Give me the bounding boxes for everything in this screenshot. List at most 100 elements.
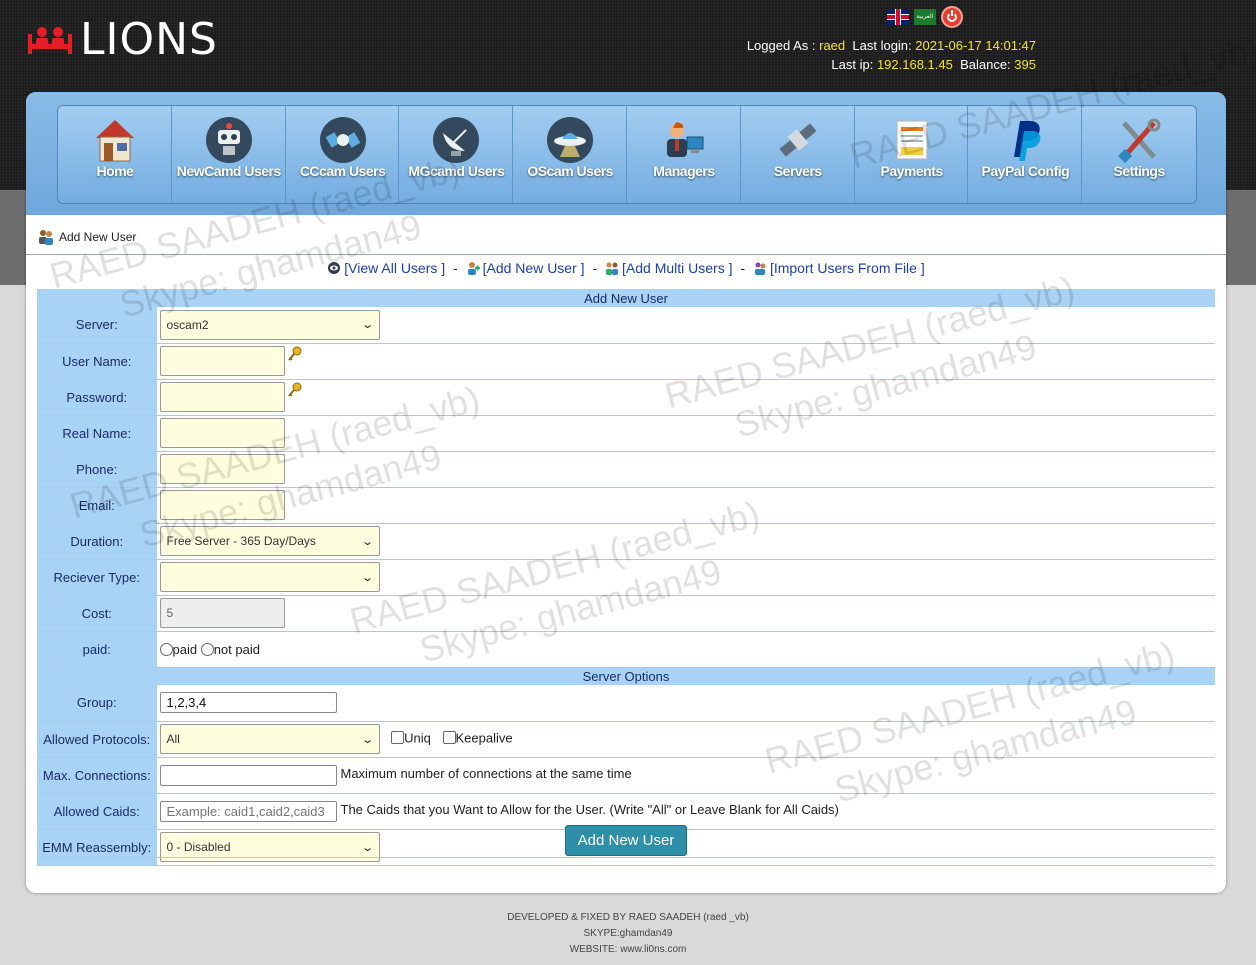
nav-item-cccam-users[interactable]: CCcam Users	[286, 106, 400, 203]
protocols-select[interactable]: All ⌄	[159, 724, 380, 754]
logo[interactable]: LIONS	[26, 18, 218, 62]
allowed-caids-hint: The Caids that you Want to Allow for the…	[340, 802, 839, 818]
nav-label: CCcam Users	[299, 163, 386, 179]
footer-website[interactable]: WEBSITE: www.li0ns.com	[0, 942, 1256, 958]
last-login-value: 2021-06-17 14:01:47	[915, 38, 1036, 53]
uk-flag-icon[interactable]	[887, 9, 909, 25]
generate-key-icon[interactable]	[287, 382, 303, 401]
last-ip-label: Last ip:	[831, 57, 874, 72]
duration-select-value: Free Server - 365 Day/Days	[166, 534, 316, 548]
chevron-down-icon: ⌄	[361, 733, 375, 746]
generate-key-icon[interactable]	[287, 346, 303, 365]
duration-label: Duration:	[37, 523, 158, 560]
nav-item-settings[interactable]: Settings	[1082, 106, 1196, 203]
satellite-icon	[319, 116, 367, 164]
main-card: Home NewCamd Users CCcam Users MGcamd Us…	[26, 92, 1226, 893]
nav-item-home[interactable]: Home	[58, 106, 172, 203]
brand-name: LIONS	[80, 14, 218, 65]
username-input[interactable]	[159, 346, 285, 376]
nav-item-payments[interactable]: Payments	[855, 106, 969, 203]
nav-item-newcamd-users[interactable]: NewCamd Users	[172, 106, 286, 203]
protocols-select-value: All	[166, 732, 180, 746]
uniq-checkbox[interactable]	[391, 731, 405, 745]
footer-skype: SKYPE:ghamdan49	[583, 928, 673, 939]
import-users-link[interactable]: [Import Users From File ]	[770, 260, 925, 276]
email-label: Email:	[37, 487, 158, 524]
main-nav: Home NewCamd Users CCcam Users MGcamd Us…	[57, 105, 1197, 204]
cost-input	[159, 598, 285, 628]
duration-select[interactable]: Free Server - 365 Day/Days ⌄	[159, 526, 380, 556]
nav-item-mgcamd-users[interactable]: MGcamd Users	[399, 106, 514, 203]
nav-label: Managers	[653, 163, 715, 179]
add-new-user-link[interactable]: [Add New User ]	[483, 260, 585, 276]
saudi-flag-icon[interactable]: العربية	[914, 9, 936, 25]
logout-power-icon[interactable]	[941, 6, 963, 28]
paid-label: paid:	[37, 631, 158, 668]
balance-label: Balance:	[960, 57, 1011, 72]
realname-label: Real Name:	[37, 415, 158, 452]
allowed-caids-input[interactable]	[159, 800, 337, 822]
language-switcher: العربية	[887, 6, 963, 28]
chevron-down-icon: ⌄	[361, 535, 375, 548]
nav-label: Home	[96, 163, 134, 179]
satellite-server-icon	[774, 116, 822, 164]
password-label: Password:	[37, 379, 158, 416]
server-options-header-row: Server Options	[37, 667, 1215, 685]
add-multi-users-icon	[605, 261, 619, 275]
phone-input[interactable]	[159, 454, 285, 484]
receiver-type-select[interactable]: ⌄	[159, 562, 380, 592]
separator: -	[453, 260, 458, 276]
form-row-username: User Name:	[37, 343, 1215, 380]
nav-container: Home NewCamd Users CCcam Users MGcamd Us…	[26, 92, 1226, 215]
nav-item-paypal-config[interactable]: PayPal Config	[968, 106, 1083, 203]
email-input[interactable]	[159, 490, 285, 520]
balance-value: 395	[1014, 57, 1036, 72]
view-icon	[327, 261, 341, 275]
form-row-maxconn: Max. Connections: Maximum number of conn…	[37, 757, 1215, 794]
keepalive-label: Keepalive	[455, 730, 513, 746]
nav-item-servers[interactable]: Servers	[741, 106, 855, 203]
footer: DEVELOPED & FIXED BY RAED SAADEH (raed _…	[0, 910, 1256, 958]
receiver-type-label: Reciever Type:	[37, 559, 158, 596]
group-input[interactable]	[159, 692, 337, 714]
breadcrumb: Add New User	[38, 229, 136, 245]
house-icon	[91, 116, 139, 164]
robot-icon	[205, 116, 253, 164]
max-connections-input[interactable]	[159, 764, 337, 786]
keepalive-checkbox[interactable]	[442, 731, 456, 745]
nav-label: PayPal Config	[981, 163, 1070, 179]
form-row-protocols: Allowed Protocols: All ⌄ Uniq Keepalive	[37, 721, 1215, 758]
nav-label: Settings	[1113, 163, 1166, 179]
form-row-duration: Duration: Free Server - 365 Day/Days ⌄	[37, 523, 1215, 560]
form-row-cost: Cost:	[37, 595, 1215, 632]
form-row-realname: Real Name:	[37, 415, 1215, 452]
divider	[26, 254, 1226, 255]
last-login-label: Last login:	[852, 38, 912, 53]
nav-label: Servers	[773, 163, 822, 179]
server-select-value: oscam2	[166, 317, 209, 332]
nav-label: NewCamd Users	[176, 163, 282, 179]
nav-item-managers[interactable]: Managers	[627, 106, 741, 203]
nav-label: Payments	[880, 163, 944, 179]
form-row-email: Email:	[37, 487, 1215, 524]
breadcrumb-label: Add New User	[59, 230, 137, 244]
server-select[interactable]: oscam2 ⌄	[159, 309, 380, 340]
chevron-down-icon: ⌄	[361, 571, 375, 584]
phone-label: Phone:	[37, 451, 158, 488]
nav-item-oscam-users[interactable]: OScam Users	[513, 106, 627, 203]
users-icon	[39, 230, 53, 245]
separator: -	[592, 260, 598, 276]
password-input[interactable]	[159, 382, 285, 412]
username-label: User Name:	[37, 343, 158, 380]
form-row-server: Server: oscam2 ⌄	[37, 307, 1215, 344]
view-all-users-link[interactable]: [View All Users ]	[344, 260, 445, 276]
form-row-paid: paid: paid not paid	[37, 631, 1215, 668]
add-multi-users-link[interactable]: [Add Multi Users ]	[622, 260, 732, 276]
chevron-down-icon: ⌄	[361, 319, 375, 332]
realname-input[interactable]	[159, 418, 285, 448]
uniq-label: Uniq	[404, 730, 431, 746]
add-new-user-button[interactable]: Add New User	[564, 825, 688, 856]
paid-radio[interactable]	[159, 642, 173, 656]
not-paid-radio[interactable]	[200, 642, 214, 656]
user-actions-links: [View All Users ] - [Add New User ] - [A…	[26, 260, 1226, 276]
